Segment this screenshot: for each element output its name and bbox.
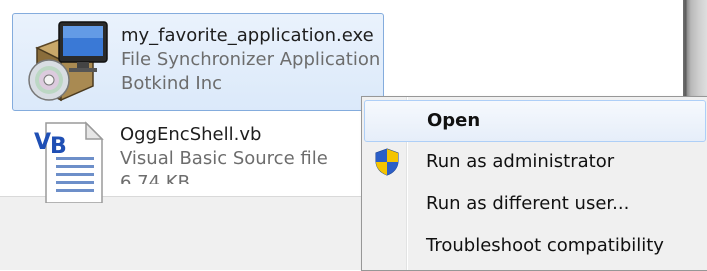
- file-name: my_favorite_application.exe: [121, 25, 374, 46]
- file-item-selected[interactable]: my_favorite_application.exe File Synchro…: [12, 13, 384, 111]
- menu-item-run-as-different-user[interactable]: Run as different user...: [364, 184, 707, 224]
- menu-item-label: Run as different user...: [426, 193, 630, 214]
- svg-text:B: B: [50, 134, 67, 159]
- file-size: 6.74 KB: [120, 172, 190, 184]
- menu-item-label: Troubleshoot compatibility: [426, 235, 664, 256]
- context-menu: Open Run as administrator Run as differe…: [361, 96, 707, 271]
- file-description: File Synchronizer Application: [121, 49, 381, 70]
- uac-shield-icon: [374, 148, 400, 176]
- file-name: OggEncShell.vb: [120, 124, 262, 145]
- installer-package-icon: [23, 20, 111, 104]
- menu-item-label: Run as administrator: [426, 151, 615, 172]
- menu-item-open[interactable]: Open: [364, 100, 706, 142]
- vb-file-icon: V B: [22, 119, 110, 204]
- menu-item-label: Open: [427, 110, 481, 131]
- menu-item-run-as-administrator[interactable]: Run as administrator: [364, 142, 707, 182]
- file-item[interactable]: V B OggEncShell.vb Visual Basic Source f…: [12, 113, 382, 209]
- menu-item-troubleshoot-compatibility[interactable]: Troubleshoot compatibility: [364, 226, 707, 266]
- svg-text:V: V: [34, 130, 51, 155]
- file-description: Visual Basic Source file: [120, 148, 328, 169]
- file-company: Botkind Inc: [121, 73, 223, 94]
